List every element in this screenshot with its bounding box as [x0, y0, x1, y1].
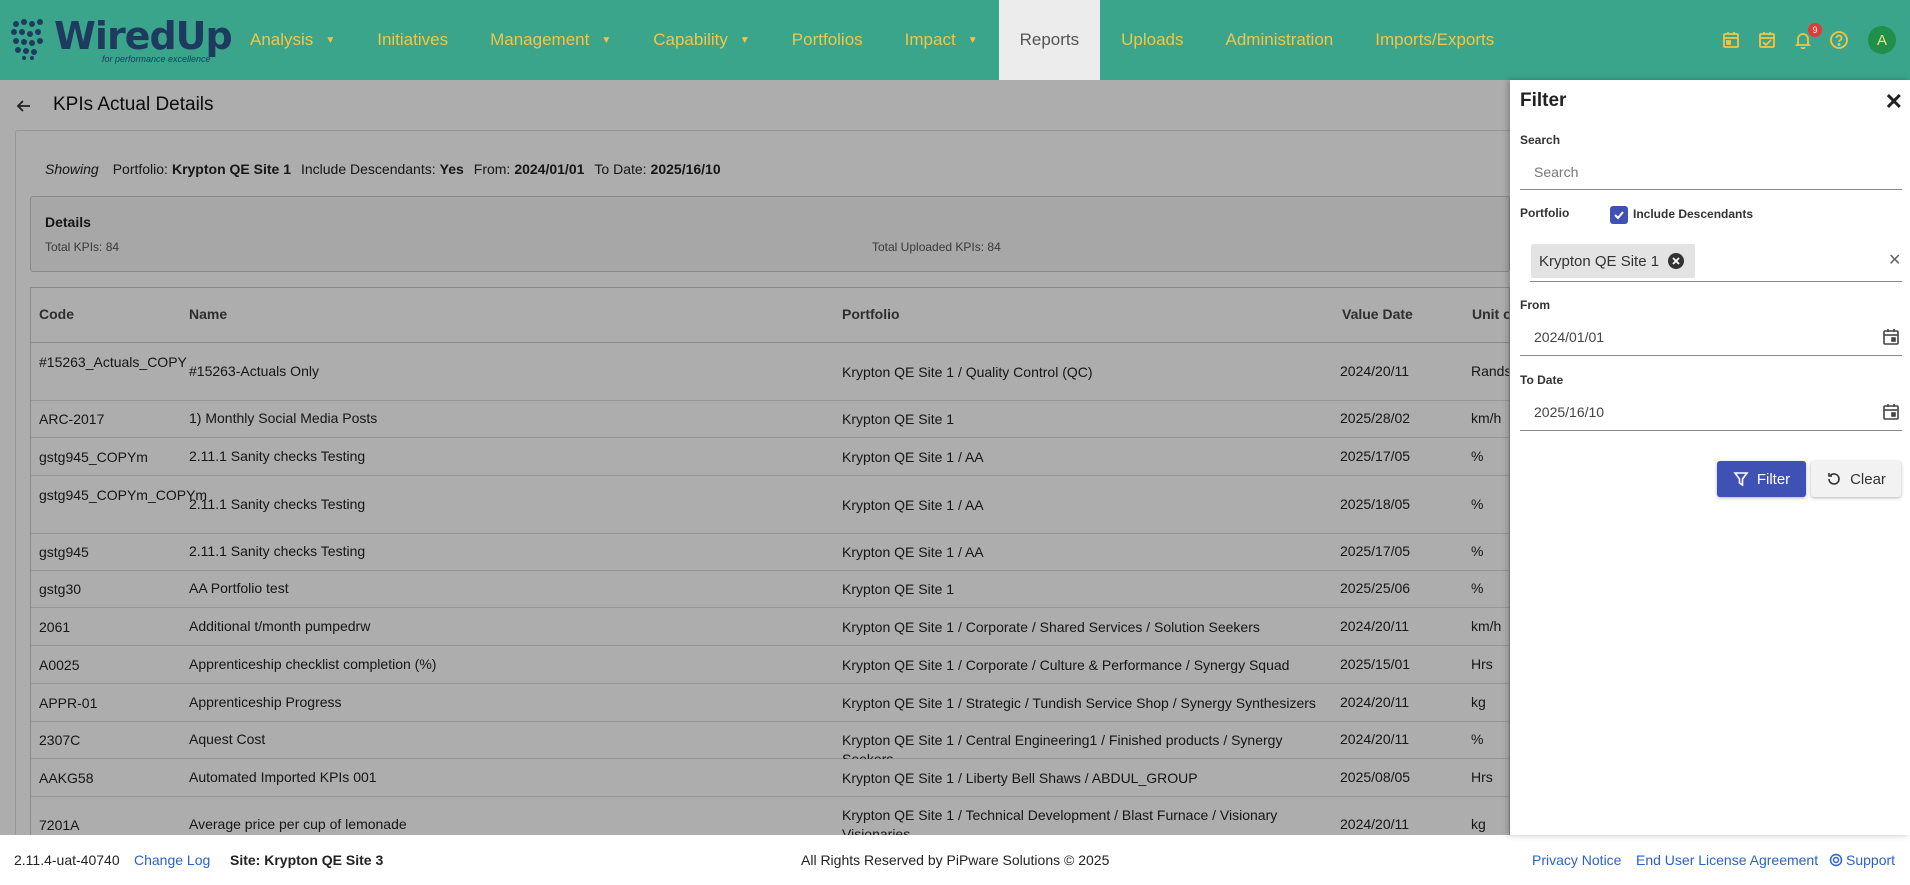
nav-portfolios[interactable]: Portfolios: [771, 0, 884, 80]
close-icon[interactable]: ✕: [1885, 89, 1903, 115]
search-label: Search: [1520, 133, 1561, 147]
chip-remove-icon[interactable]: [1667, 252, 1685, 270]
include-descendants-label: Include Descendants: [1633, 207, 1754, 221]
nav-analysis[interactable]: Analysis ▼: [229, 0, 356, 80]
notification-badge: 9: [1808, 23, 1822, 37]
include-descendants-checkbox[interactable]: [1610, 206, 1628, 224]
check-icon: [1614, 211, 1624, 220]
support-icon: [1829, 853, 1843, 867]
nav-uploads[interactable]: Uploads: [1100, 0, 1204, 80]
calendar-icon[interactable]: [1882, 328, 1900, 346]
changelog-link[interactable]: Change Log: [134, 852, 210, 868]
caret-down-icon: ▼: [967, 34, 978, 46]
portfolio-label: Portfolio: [1520, 206, 1570, 220]
nav-label: Reports: [1019, 30, 1080, 49]
nav-label: Administration: [1225, 30, 1334, 49]
from-label: From: [1520, 298, 1550, 312]
nav-label: Impact: [904, 30, 956, 49]
backdrop-overlay[interactable]: [0, 80, 1510, 835]
footer: 2.11.4-uat-40740 Change Log Site: Krypto…: [0, 835, 1910, 885]
eula-link[interactable]: End User License Agreement: [1636, 852, 1818, 868]
caret-down-icon: ▼: [739, 34, 750, 46]
nav-label: Initiatives: [377, 30, 449, 49]
caret-down-icon: ▼: [601, 34, 612, 46]
nav-reports[interactable]: Reports: [998, 0, 1101, 80]
filter-button-label: Filter: [1756, 470, 1791, 488]
nav-administration[interactable]: Administration: [1205, 0, 1355, 80]
portfolio-chip-label: Krypton QE Site 1: [1539, 252, 1660, 270]
search-placeholder: Search: [1534, 164, 1579, 180]
main-nav: Analysis ▼ Initiatives Management ▼ Capabi…: [229, 0, 1515, 80]
calendar-icon[interactable]: [1720, 29, 1742, 51]
nav-imports-exports[interactable]: Imports/Exports: [1354, 0, 1515, 80]
calendar-check-icon[interactable]: [1756, 29, 1778, 51]
to-date-label: To Date: [1520, 373, 1564, 387]
portfolio-chip: Krypton QE Site 1: [1531, 244, 1696, 278]
calendar-icon[interactable]: [1882, 403, 1900, 421]
version-text: 2.11.4-uat-40740: [14, 852, 120, 868]
nav-label: Uploads: [1121, 30, 1184, 49]
support-label: Support: [1846, 852, 1896, 868]
copyright-text: All Rights Reserved by PiPware Solutions…: [801, 852, 1110, 868]
funnel-icon: [1733, 472, 1749, 487]
avatar[interactable]: A: [1868, 26, 1896, 54]
nav-management[interactable]: Management ▼: [469, 0, 632, 80]
logo-wordmark: WiredUp: [54, 14, 233, 58]
nav-initiatives[interactable]: Initiatives: [356, 0, 469, 80]
filter-button[interactable]: Filter: [1717, 461, 1806, 497]
top-nav-bar: WiredUp for performance excellence Analy…: [0, 0, 1910, 80]
filter-title: Filter: [1520, 90, 1567, 111]
from-date-value: 2024/01/01: [1534, 329, 1605, 345]
logo-tagline: for performance excellence: [102, 54, 211, 64]
logo-dots-icon: [11, 19, 43, 60]
wiredup-logo[interactable]: WiredUp for performance excellence: [10, 12, 233, 68]
search-input[interactable]: Search: [1520, 154, 1902, 190]
nav-impact[interactable]: Impact ▼: [884, 0, 999, 80]
clear-button-label: Clear: [1850, 470, 1886, 488]
to-date-input[interactable]: 2025/16/10: [1520, 393, 1902, 431]
privacy-link[interactable]: Privacy Notice: [1532, 852, 1621, 868]
nav-label: Analysis: [250, 30, 314, 49]
nav-label: Imports/Exports: [1375, 30, 1495, 49]
reset-icon: [1828, 473, 1840, 485]
from-date-input[interactable]: 2024/01/01: [1520, 318, 1902, 356]
caret-down-icon: ▼: [325, 34, 336, 46]
bell-icon[interactable]: 9: [1792, 23, 1822, 51]
help-icon[interactable]: [1828, 29, 1850, 51]
filter-panel: Filter ✕ Search Search Portfolio Include…: [1510, 80, 1910, 835]
clear-button[interactable]: Clear: [1811, 461, 1901, 497]
top-icons: 9 A: [1720, 0, 1896, 80]
clear-portfolio-icon[interactable]: ✕: [1888, 250, 1901, 270]
nav-label: Management: [490, 30, 590, 49]
nav-capability[interactable]: Capability ▼: [632, 0, 771, 80]
site-text: Site: Krypton QE Site 3: [230, 852, 384, 868]
to-date-value: 2025/16/10: [1534, 404, 1605, 420]
nav-label: Portfolios: [791, 30, 863, 49]
support-link[interactable]: Support: [1829, 852, 1895, 868]
nav-label: Capability: [653, 30, 728, 49]
